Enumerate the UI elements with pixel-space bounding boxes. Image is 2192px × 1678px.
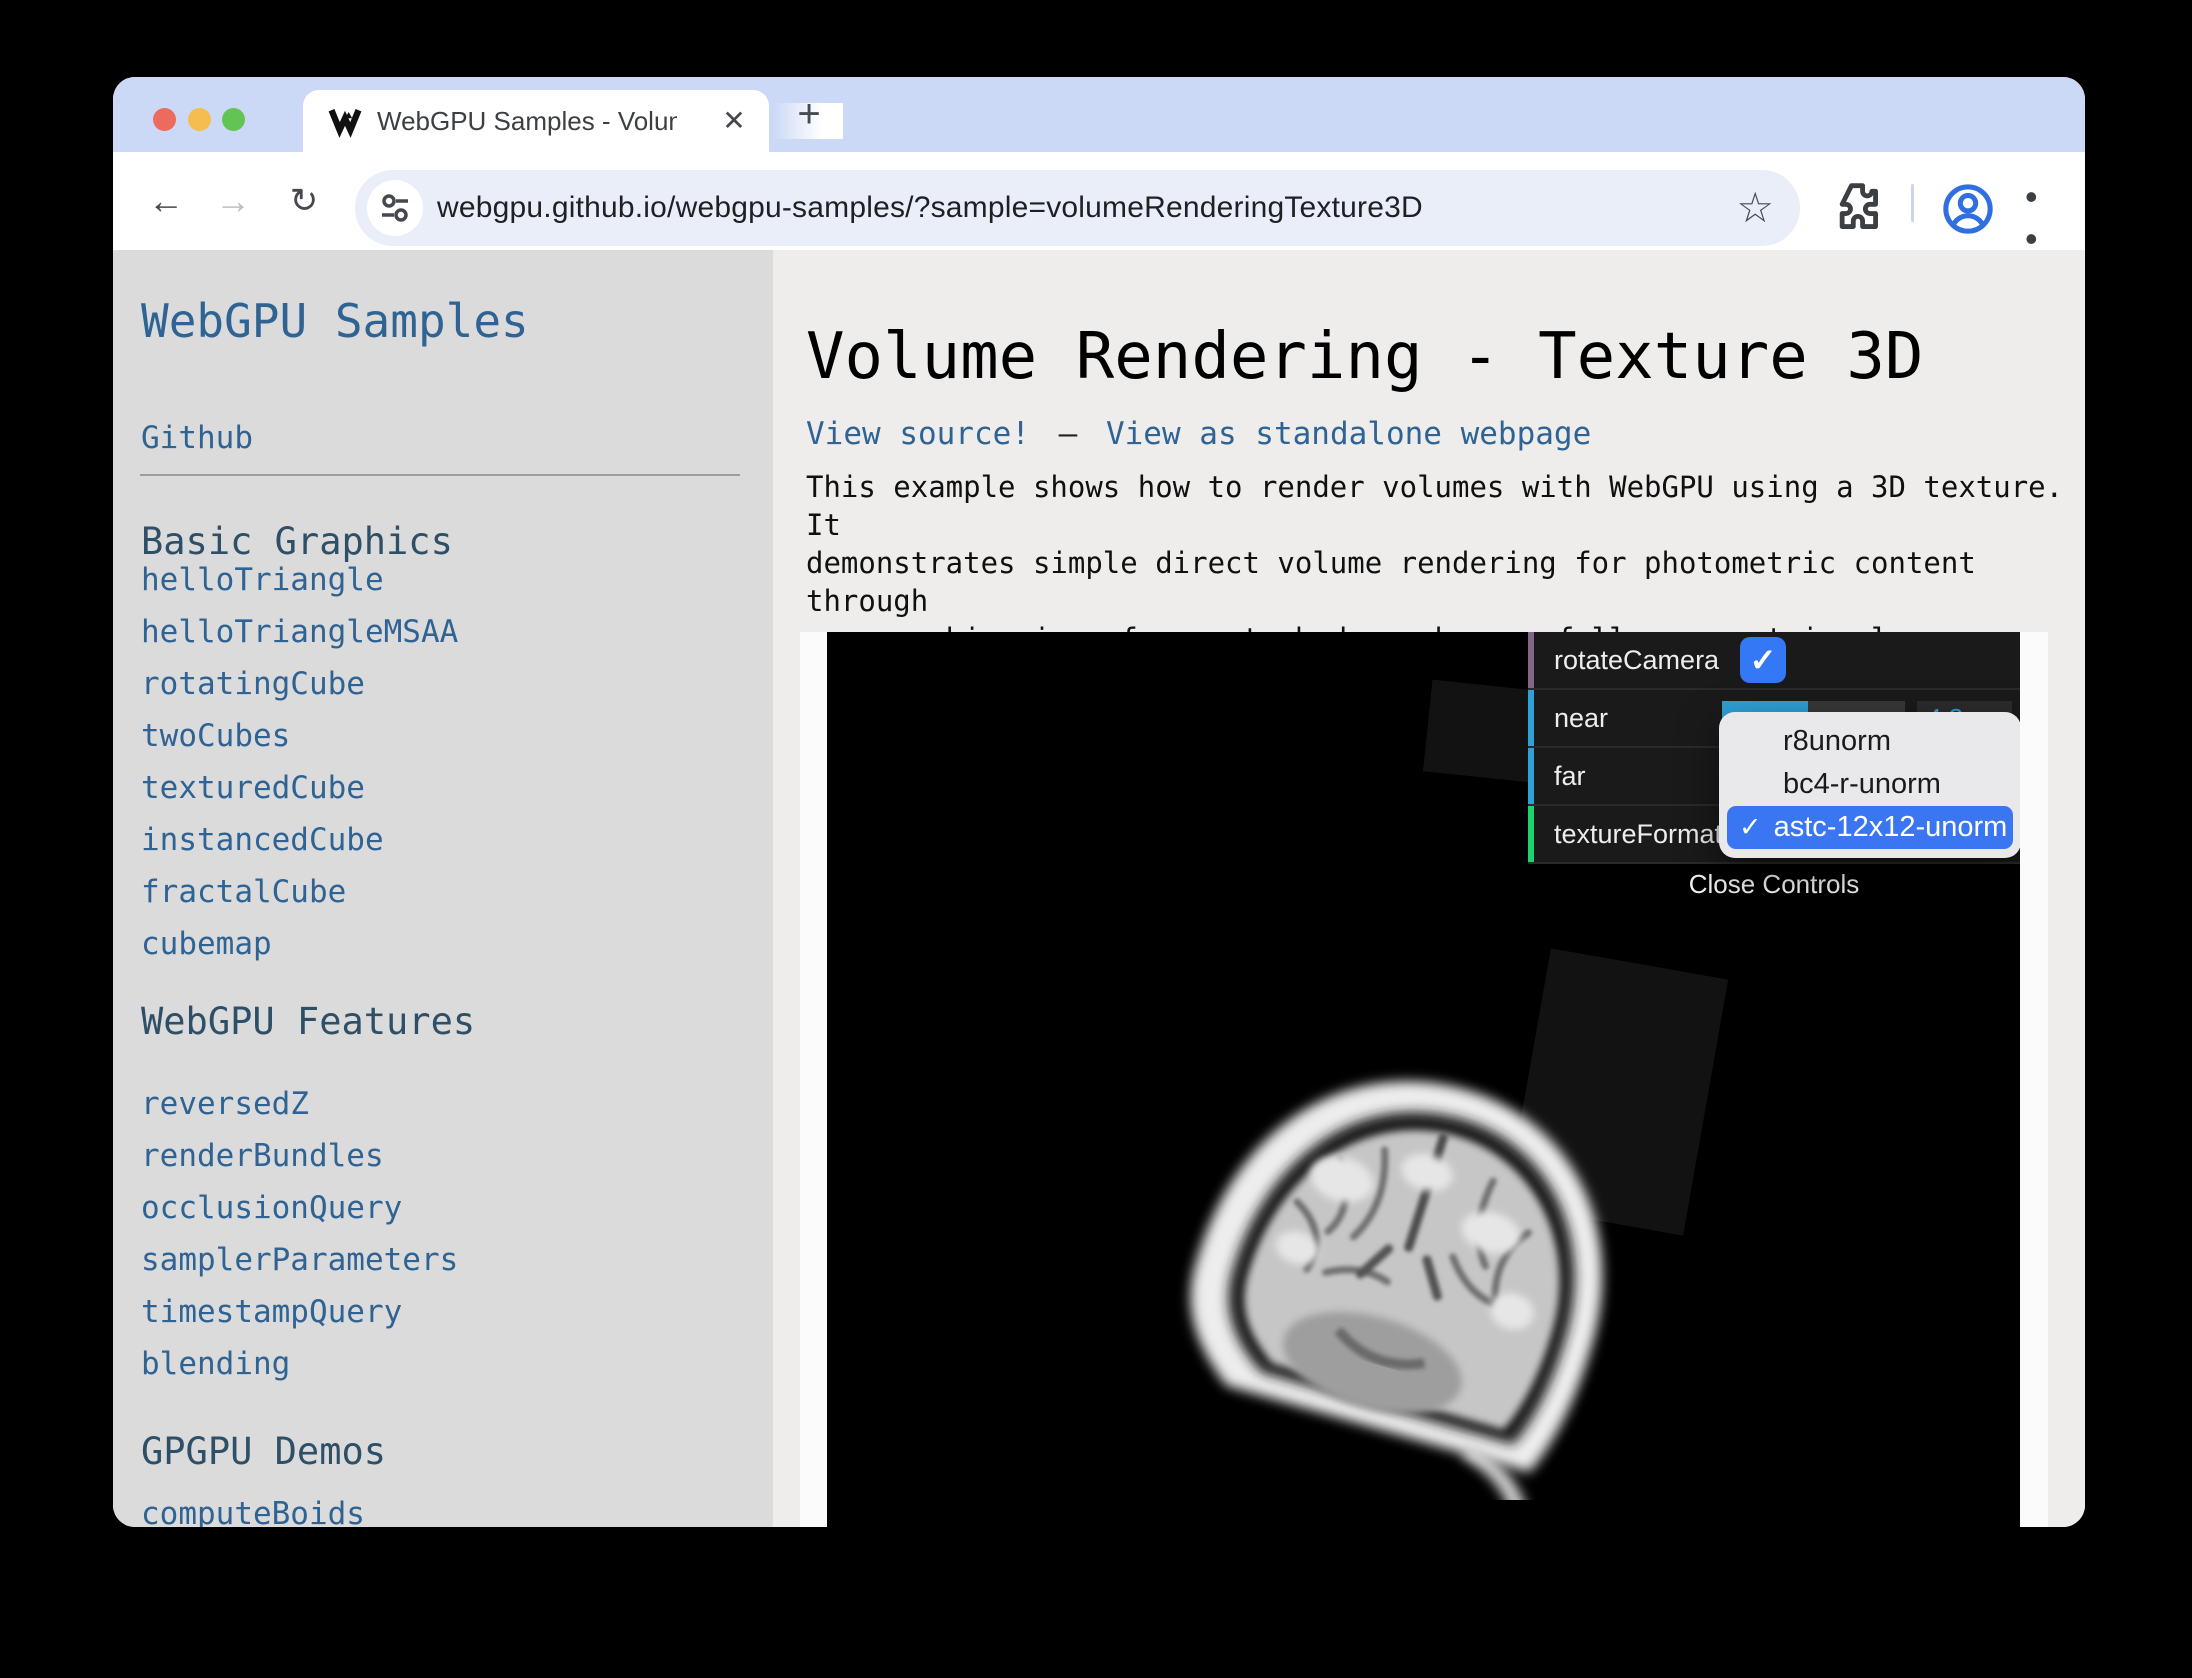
sidebar-item-occlusionQuery[interactable]: occlusionQuery [141, 1190, 402, 1226]
dropdown-option-astc-12x12-unorm[interactable]: ✓ astc-12x12-unorm [1727, 806, 2013, 849]
sample-title: Volume Rendering - Texture 3D [806, 320, 1923, 394]
boolean-accent-strip [1528, 632, 1534, 688]
description-line: This example shows how to render volumes… [806, 468, 2066, 544]
screenshot-root: WebGPU Samples - Volume R ✕ + ← → ↻ [0, 0, 2192, 1678]
sidebar-item-fractalCube[interactable]: fractalCube [141, 874, 346, 910]
close-controls-button[interactable]: Close Controls [1528, 864, 2020, 908]
tune-icon [378, 191, 412, 225]
rotateCamera-checkbox[interactable]: ✓ [1740, 637, 1786, 683]
sidebar-item-helloTriangleMSAA[interactable]: helloTriangleMSAA [141, 614, 458, 650]
gui-label-rotateCamera: rotateCamera [1554, 632, 1719, 688]
bookmark-star-icon[interactable]: ☆ [1736, 182, 1774, 234]
site-settings-icon[interactable] [367, 180, 423, 236]
minimize-window-button[interactable] [188, 108, 211, 131]
selected-check-icon: ✓ [1739, 806, 1762, 849]
profile-avatar-icon[interactable] [1941, 182, 1995, 236]
sidebar-item-twoCubes[interactable]: twoCubes [141, 718, 290, 754]
sidebar-item-reversedZ[interactable]: reversedZ [141, 1086, 309, 1122]
zoom-window-button[interactable] [222, 108, 245, 131]
links-separator: — [1059, 416, 1078, 452]
view-source-link[interactable]: View source! [806, 416, 1030, 452]
dropdown-option-r8unorm[interactable]: r8unorm [1727, 720, 2013, 763]
browser-toolbar: ← → ↻ webgpu.github.io/webgpu-samples/?s… [113, 152, 2085, 250]
new-tab-button[interactable]: + [789, 95, 829, 135]
description-line: demonstrates simple direct volume render… [806, 544, 2066, 620]
number-accent-strip [1528, 690, 1534, 746]
sidebar-item-texturedCube[interactable]: texturedCube [141, 770, 365, 806]
gui-row-rotateCamera: rotateCamera ✓ [1528, 632, 2020, 690]
mri-brain-slice [1147, 1040, 1647, 1500]
section-heading-webgpu-features: WebGPU Features [141, 1000, 475, 1043]
sidebar-divider [140, 474, 740, 476]
browser-window: WebGPU Samples - Volume R ✕ + ← → ↻ [113, 77, 2085, 1527]
sidebar-item-github[interactable]: Github [141, 420, 253, 456]
sample-main: Volume Rendering - Texture 3D View sourc… [773, 250, 2085, 1527]
standalone-webpage-link[interactable]: View as standalone webpage [1106, 416, 1591, 452]
forward-icon[interactable]: → [210, 178, 256, 224]
section-heading-gpgpu-demos: GPGPU Demos [141, 1430, 386, 1473]
browser-tab[interactable]: WebGPU Samples - Volume R ✕ [303, 90, 769, 152]
reload-icon[interactable]: ↻ [281, 178, 327, 224]
gui-label-textureFormat: textureFormat [1554, 806, 1722, 862]
sidebar-item-blending[interactable]: blending [141, 1346, 290, 1382]
back-icon[interactable]: ← [143, 178, 189, 224]
textureFormat-dropdown-menu: r8unorm bc4-r-unorm ✓ astc-12x12-unorm [1719, 712, 2020, 858]
sidebar-item-cubemap[interactable]: cubemap [141, 926, 272, 962]
gui-label-near: near [1554, 690, 1608, 746]
dropdown-option-label: astc-12x12-unorm [1774, 806, 2008, 849]
page-title: WebGPU Samples [141, 294, 529, 348]
sidebar: WebGPU Samples Github Basic Graphics hel… [113, 250, 773, 1527]
sidebar-item-samplerParameters[interactable]: samplerParameters [141, 1242, 458, 1278]
dropdown-option-bc4-r-unorm[interactable]: bc4-r-unorm [1727, 763, 2013, 806]
sample-links: View source! — View as standalone webpag… [806, 416, 1591, 452]
sidebar-item-renderBundles[interactable]: renderBundles [141, 1138, 384, 1174]
sidebar-item-helloTriangle[interactable]: helloTriangle [141, 562, 384, 598]
webgpu-canvas[interactable]: rotateCamera ✓ near 4.2 [827, 632, 2020, 1527]
address-bar[interactable]: webgpu.github.io/webgpu-samples/?sample=… [355, 170, 1800, 246]
extensions-puzzle-icon[interactable] [1831, 182, 1883, 234]
webgpu-logo-icon [327, 103, 363, 139]
tab-title: WebGPU Samples - Volume R [377, 106, 677, 137]
page-content: WebGPU Samples Github Basic Graphics hel… [113, 250, 2085, 1527]
option-accent-strip [1528, 806, 1534, 862]
gui-label-far: far [1554, 748, 1586, 804]
sidebar-item-rotatingCube[interactable]: rotatingCube [141, 666, 365, 702]
canvas-container: rotateCamera ✓ near 4.2 [800, 632, 2048, 1527]
section-heading-basic-graphics: Basic Graphics [141, 520, 453, 563]
tab-close-icon[interactable]: ✕ [717, 104, 751, 138]
dat-gui-panel: rotateCamera ✓ near 4.2 [1528, 632, 2020, 908]
number-accent-strip [1528, 748, 1534, 804]
sidebar-item-instancedCube[interactable]: instancedCube [141, 822, 384, 858]
close-window-button[interactable] [153, 108, 176, 131]
url-text[interactable]: webgpu.github.io/webgpu-samples/?sample=… [437, 191, 1423, 225]
toolbar-divider [1911, 184, 1914, 222]
sidebar-item-timestampQuery[interactable]: timestampQuery [141, 1294, 402, 1330]
tab-strip: WebGPU Samples - Volume R ✕ + [113, 77, 2085, 152]
sidebar-item-computeBoids[interactable]: computeBoids [141, 1496, 365, 1527]
